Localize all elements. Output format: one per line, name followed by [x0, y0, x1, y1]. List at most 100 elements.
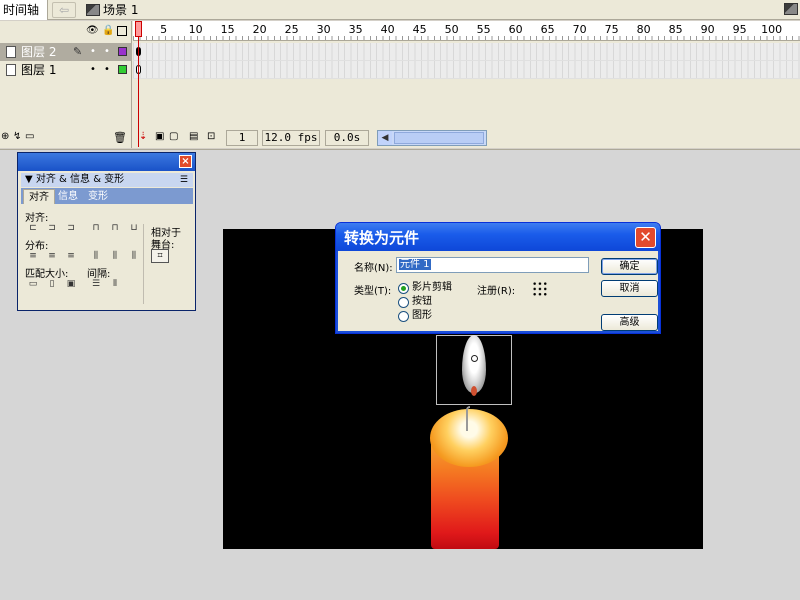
visibility-dot[interactable]: • — [90, 61, 96, 79]
frames-area: 1510152025303540455055606570758085909510… — [133, 21, 800, 148]
outline-icon[interactable] — [117, 26, 127, 36]
frame-row[interactable] — [133, 43, 800, 61]
timeline-status-bar: ⇣ ▣ ▢ ▤ ⊡ 1 12.0 fps 0.0s ◀ — [133, 128, 800, 148]
align-label: 对齐: — [25, 213, 49, 224]
ruler-number: 80 — [636, 23, 651, 36]
playhead[interactable] — [135, 21, 142, 37]
frame-ruler[interactable]: 1510152025303540455055606570758085909510… — [133, 21, 800, 41]
delete-layer-icon[interactable]: 🗑 — [113, 131, 127, 144]
layer-panel-footer: ⊕ ↯ ▭ 🗑 — [0, 128, 132, 148]
eye-icon[interactable]: 👁 — [86, 25, 99, 36]
close-icon[interactable]: ✕ — [635, 227, 656, 248]
dialog-body: 名称(N): 元件 1 类型(T): 影片剪辑 按钮 图形 注册(R): 确定 … — [339, 251, 659, 332]
match-width-icon[interactable]: ▭ — [26, 279, 40, 291]
wick-graphic — [466, 406, 470, 431]
layer-name: 图层 1 — [21, 63, 57, 77]
distribute-bottom-icon[interactable]: ≡ — [64, 251, 78, 263]
onion-skin-icon[interactable]: ▣ — [155, 131, 164, 142]
distribute-label: 分布: — [25, 241, 49, 252]
tab-info[interactable]: 信息 — [53, 189, 83, 204]
distribute-vcenter-icon[interactable]: ≡ — [45, 251, 59, 263]
ruler-number: 85 — [668, 23, 683, 36]
lock-dot[interactable]: • — [104, 43, 110, 61]
scene-label[interactable]: 场景 1 — [86, 0, 138, 20]
match-both-icon[interactable]: ▣ — [64, 279, 78, 291]
layer-color-swatch[interactable] — [118, 65, 127, 74]
layer-row[interactable]: 图层 1 • • — [0, 61, 132, 79]
ruler-number: 15 — [220, 23, 235, 36]
distribute-right-icon[interactable]: ⫼ — [127, 251, 141, 263]
space-vertical-icon[interactable]: ☰ — [89, 279, 103, 291]
horizontal-scrollbar[interactable]: ◀ — [377, 130, 487, 146]
scroll-left-icon[interactable]: ◀ — [378, 131, 392, 145]
convert-to-symbol-dialog: 转换为元件 ✕ 名称(N): 元件 1 类型(T): 影片剪辑 按钮 图形 注册… — [335, 222, 661, 334]
onion-outline-icon[interactable]: ▢ — [169, 131, 178, 142]
layer-panel-header: 👁 🔒 — [0, 21, 132, 41]
tab-align[interactable]: 对齐 — [23, 189, 55, 204]
radio-button[interactable]: 按钮 — [398, 296, 478, 308]
align-bottom-icon[interactable]: ⊔ — [127, 223, 141, 235]
panel-menu-icon[interactable]: ☰ — [180, 173, 188, 187]
radio-graphic[interactable]: 图形 — [398, 310, 478, 322]
center-frame-icon[interactable]: ⇣ — [139, 131, 147, 142]
ruler-number: 60 — [508, 23, 523, 36]
back-arrow-icon[interactable]: ⇦ — [52, 2, 76, 18]
layer-name: 图层 2 — [21, 45, 57, 59]
pencil-icon: ✎ — [73, 45, 83, 58]
tab-transform[interactable]: 变形 — [83, 189, 113, 204]
ruler-number: 5 — [160, 23, 168, 36]
frame-rate[interactable]: 12.0 fps — [262, 130, 320, 146]
lock-icon[interactable]: 🔒 — [102, 25, 114, 36]
panel-group-header[interactable]: ▼ 对齐 & 信息 & 变形 ☰ — [21, 173, 193, 187]
layer-icon — [6, 46, 16, 58]
timeline-header-bar: 时间轴 ⇦ 场景 1 — [0, 0, 800, 20]
tab-timeline[interactable]: 时间轴 — [0, 0, 48, 20]
symbol-name-input[interactable]: 元件 1 — [396, 257, 589, 273]
scene-icon — [86, 4, 100, 16]
registration-grid[interactable] — [532, 281, 548, 297]
cancel-button[interactable]: 取消 — [601, 280, 658, 297]
align-hcenter-icon[interactable]: ⊐ — [45, 223, 59, 235]
layer-row[interactable]: 图层 2 ✎ • • — [0, 43, 132, 61]
align-panel-body: 对齐: ⊏ ⊐ ⊐ ⊓ ⊓ ⊔ 分布: ≡ ≡ ≡ ⫼ ⫼ ⫼ 匹配大小: 间隔… — [21, 204, 193, 308]
lock-dot[interactable]: • — [104, 61, 110, 79]
radio-label: 按钮 — [412, 296, 432, 307]
modify-onion-markers-icon[interactable]: ⊡ — [207, 131, 215, 142]
radio-movie-clip[interactable]: 影片剪辑 — [398, 282, 478, 294]
ruler-number: 75 — [604, 23, 619, 36]
insert-layer-icon[interactable]: ⊕ — [1, 131, 9, 142]
divider — [143, 224, 144, 304]
edit-multiple-frames-icon[interactable]: ▤ — [189, 131, 198, 142]
edit-scene-icon[interactable] — [784, 3, 798, 15]
align-right-icon[interactable]: ⊐ — [64, 223, 78, 235]
radio-label: 图形 — [412, 310, 432, 321]
ruler-number: 25 — [284, 23, 299, 36]
symbol-name-value: 元件 1 — [399, 259, 431, 270]
space-horizontal-icon[interactable]: ⫴ — [108, 279, 122, 291]
distribute-left-icon[interactable]: ⫼ — [89, 251, 103, 263]
scroll-thumb[interactable] — [394, 132, 484, 144]
distribute-hcenter-icon[interactable]: ⫼ — [108, 251, 122, 263]
advanced-button[interactable]: 高级 — [601, 314, 658, 331]
close-icon[interactable]: × — [179, 155, 192, 168]
ruler-number: 10 — [188, 23, 203, 36]
ruler-number: 90 — [700, 23, 715, 36]
visibility-dot[interactable]: • — [90, 43, 96, 61]
to-stage-button[interactable]: ⌗ — [151, 249, 169, 263]
align-top-icon[interactable]: ⊓ — [89, 223, 103, 235]
layer-color-swatch[interactable] — [118, 47, 127, 56]
panel-titlebar[interactable]: × — [18, 153, 195, 171]
ok-button[interactable]: 确定 — [601, 258, 658, 275]
add-guide-layer-icon[interactable]: ↯ — [13, 131, 21, 142]
register-label: 注册(R): — [477, 286, 516, 297]
flame-tip — [471, 386, 477, 396]
frame-row[interactable] — [133, 61, 800, 79]
name-label: 名称(N): — [354, 263, 393, 274]
dialog-titlebar[interactable]: 转换为元件 ✕ — [336, 223, 660, 251]
align-vcenter-icon[interactable]: ⊓ — [108, 223, 122, 235]
align-left-icon[interactable]: ⊏ — [26, 223, 40, 235]
distribute-top-icon[interactable]: ≡ — [26, 251, 40, 263]
match-height-icon[interactable]: ▯ — [45, 279, 59, 291]
insert-folder-icon[interactable]: ▭ — [25, 131, 34, 142]
align-panel: × ▼ 对齐 & 信息 & 变形 ☰ 对齐 信息 变形 对齐: ⊏ ⊐ ⊐ ⊓ … — [17, 152, 196, 311]
